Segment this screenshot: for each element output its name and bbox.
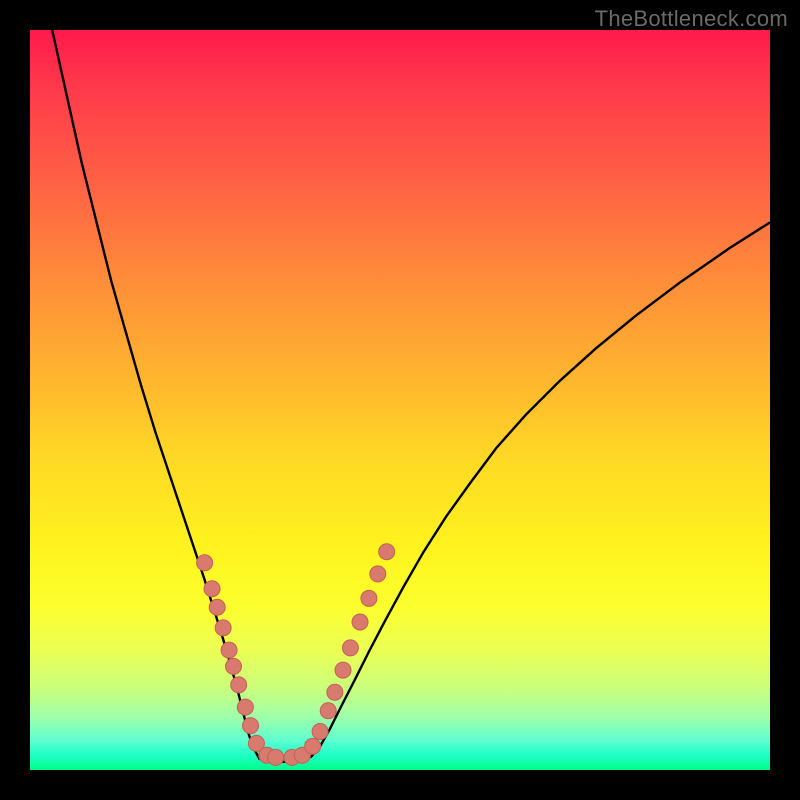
data-dot: [243, 718, 259, 734]
data-dot: [237, 699, 253, 715]
data-dot: [379, 544, 395, 560]
data-dot: [221, 642, 237, 658]
data-dot: [370, 566, 386, 582]
data-dot: [352, 614, 368, 630]
data-dot: [209, 599, 225, 615]
data-dot: [305, 738, 321, 754]
data-dot: [204, 581, 220, 597]
data-dot: [231, 677, 247, 693]
data-dot: [335, 662, 351, 678]
data-dot: [197, 555, 213, 571]
bottleneck-curve: [52, 30, 770, 762]
data-dot: [312, 724, 328, 740]
data-dot: [226, 658, 242, 674]
data-dot: [268, 749, 284, 765]
data-dot: [215, 620, 231, 636]
data-dot: [320, 703, 336, 719]
data-dot: [327, 684, 343, 700]
data-dot: [361, 590, 377, 606]
chart-svg: [30, 30, 770, 770]
chart-area: [30, 30, 770, 770]
dots-group: [197, 544, 395, 766]
data-dot: [342, 640, 358, 656]
watermark-text: TheBottleneck.com: [595, 6, 788, 32]
